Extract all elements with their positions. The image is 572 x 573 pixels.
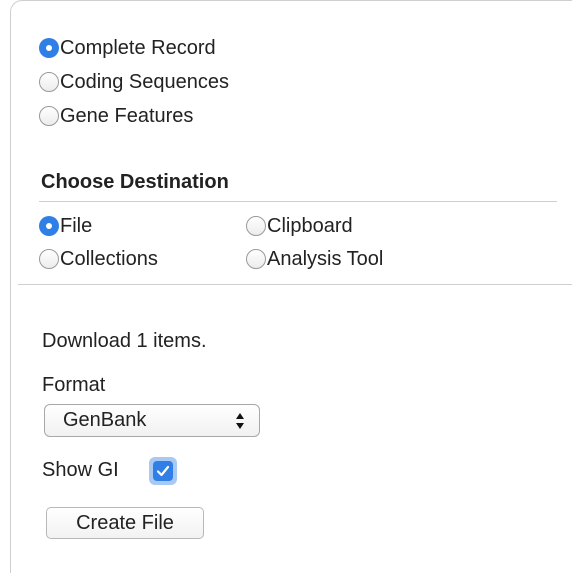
radio-gene-features[interactable]: Gene Features [39,103,193,129]
radio-label: Analysis Tool [267,247,384,270]
format-select[interactable]: GenBank [44,404,260,437]
radio-destination-analysis-tool[interactable]: Analysis Tool [246,246,383,272]
section-divider [39,201,557,202]
format-label: Format [42,374,106,396]
show-gi-label: Show GI [42,459,119,481]
radio-button-icon[interactable] [39,106,59,126]
radio-button-icon[interactable] [246,216,266,236]
download-summary: Download 1 items. [42,330,207,352]
radio-label: Gene Features [60,104,194,127]
select-arrows-icon [236,413,244,429]
radio-label: Collections [60,247,158,270]
radio-destination-collections[interactable]: Collections [39,246,158,272]
radio-button-checked-icon[interactable] [39,216,59,236]
create-file-button[interactable]: Create File [46,507,204,539]
checkbox-checked-icon [153,461,173,481]
radio-button-checked-icon[interactable] [39,38,59,58]
panel-divider [18,284,572,285]
radio-complete-record[interactable]: Complete Record [39,35,216,61]
radio-label: Coding Sequences [60,70,230,93]
format-select-value: GenBank [63,409,147,431]
radio-destination-clipboard[interactable]: Clipboard [246,213,353,239]
radio-button-icon[interactable] [39,72,59,92]
checkmark-icon [156,465,170,477]
radio-label: Complete Record [60,36,216,59]
radio-label: File [60,214,93,237]
section-title-choose-destination: Choose Destination [41,171,229,193]
radio-coding-sequences[interactable]: Coding Sequences [39,69,229,95]
radio-button-icon[interactable] [246,249,266,269]
radio-button-icon[interactable] [39,249,59,269]
show-gi-checkbox[interactable] [149,457,177,485]
radio-destination-file[interactable]: File [39,213,92,239]
radio-label: Clipboard [267,214,353,237]
